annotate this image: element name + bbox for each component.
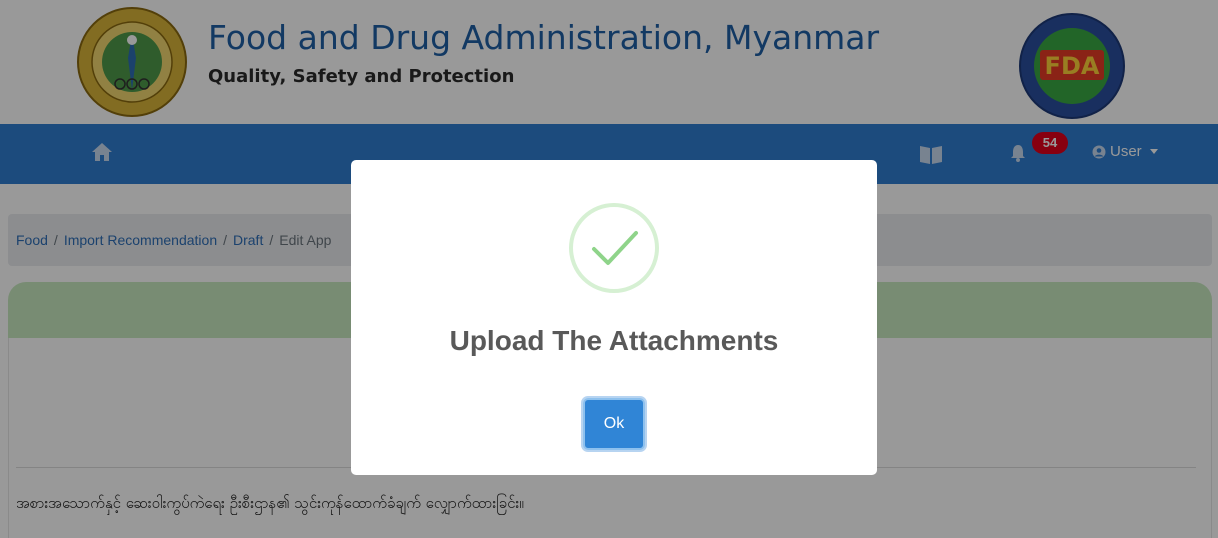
dialog-title: Upload The Attachments [449,325,779,356]
ok-button[interactable]: Ok [581,396,647,452]
upload-success-dialog: Upload The Attachments Ok [351,160,877,475]
success-check-icon [569,203,659,293]
